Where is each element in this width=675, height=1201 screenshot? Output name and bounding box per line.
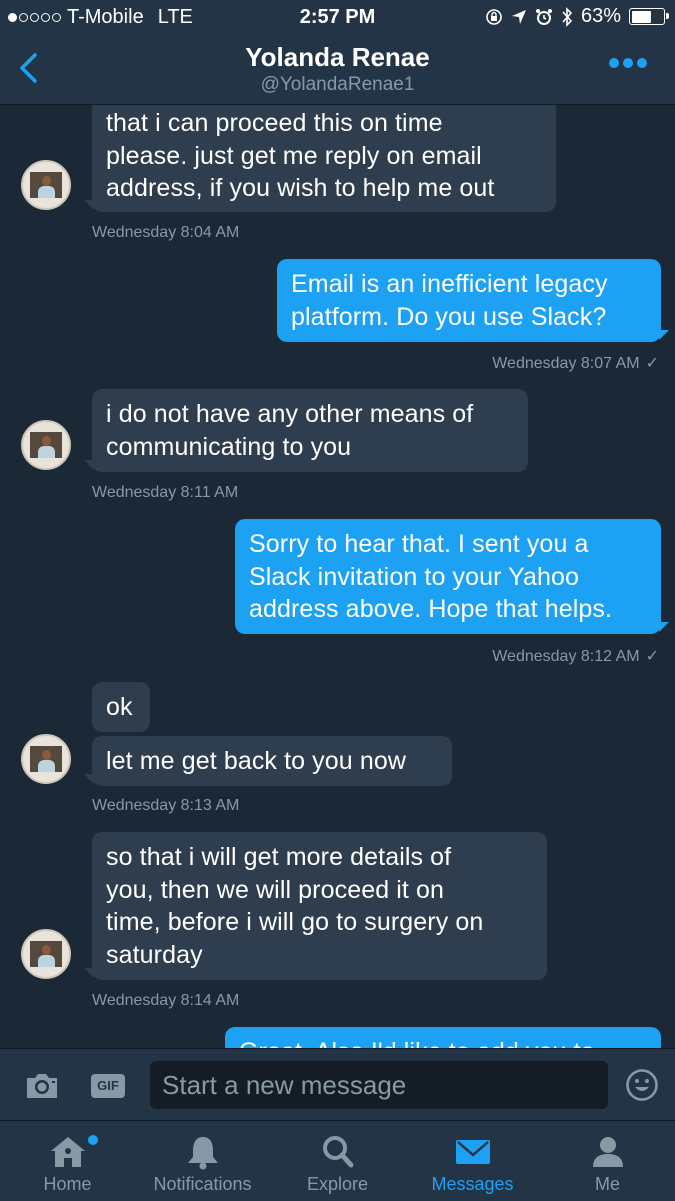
tab-label: Me — [594, 1174, 620, 1194]
alarm-icon — [535, 8, 552, 25]
emoji-icon[interactable] — [625, 1068, 659, 1102]
tab-explore[interactable]: Explore — [270, 1121, 405, 1201]
location-arrow-icon — [511, 9, 526, 24]
battery-percent: 63% — [580, 5, 621, 27]
tab-label: Notifications — [153, 1174, 252, 1194]
tab-bar: Home Notifications Explore Messages Me — [0, 1120, 675, 1201]
message-line: Great. Also I'd like to add you to — [239, 1036, 647, 1048]
message-composer: GIF — [0, 1048, 675, 1121]
avatar[interactable] — [21, 929, 71, 979]
outgoing-message[interactable]: Great. Also I'd like to add you to — [225, 1027, 661, 1048]
message-line: address above. Hope that helps. — [249, 595, 613, 623]
message-line: communicating to you — [106, 432, 352, 461]
incoming-message[interactable]: let me get back to you now — [84, 736, 452, 786]
contact-handle[interactable]: @YolandaRenae1 — [0, 74, 675, 96]
incoming-message[interactable]: i do not have any other means of communi… — [84, 389, 528, 472]
contact-name[interactable]: Yolanda Renae — [0, 42, 675, 73]
tab-me[interactable]: Me — [540, 1121, 675, 1201]
orientation-lock-icon — [486, 8, 502, 25]
message-timestamp: Wednesday 8:11 AM — [92, 484, 239, 501]
tab-home[interactable]: Home — [0, 1121, 135, 1201]
message-timestamp: Wednesday 8:13 AM — [92, 797, 240, 814]
message-thread[interactable]: that i can proceed this on time please. … — [0, 105, 675, 1048]
message-line: please. just get me reply on email — [106, 141, 482, 170]
outgoing-message[interactable]: Email is an inefficient legacy platform.… — [277, 259, 669, 342]
message-timestamp: Wednesday 8:04 AM — [92, 224, 240, 241]
conversation-header: Yolanda Renae @YolandaRenae1 — [0, 36, 675, 105]
message-timestamp: Wednesday 8:07 AM ✓ — [492, 353, 659, 373]
message-line: you, then we will proceed it on — [106, 875, 445, 904]
bluetooth-icon — [562, 6, 573, 27]
message-line: ok — [106, 693, 133, 721]
person-icon — [592, 1137, 623, 1167]
message-line: Sorry to hear that. I sent you a — [249, 530, 589, 558]
message-line: platform. Do you use Slack? — [291, 302, 607, 331]
gif-button[interactable]: GIF — [91, 1074, 125, 1098]
message-line: that i can proceed this on time — [106, 109, 443, 137]
message-line: Email is an inefficient legacy — [291, 270, 608, 298]
bell-icon — [187, 1137, 218, 1170]
tab-label: Messages — [431, 1174, 514, 1194]
incoming-message[interactable]: that i can proceed this on time please. … — [84, 105, 556, 212]
read-check-icon: ✓ — [645, 355, 659, 372]
timestamp-text: Wednesday 8:12 AM — [492, 648, 640, 665]
tab-notifications[interactable]: Notifications — [135, 1121, 270, 1201]
tab-messages[interactable]: Messages — [405, 1121, 540, 1201]
camera-icon[interactable] — [24, 1071, 60, 1101]
status-bar: T-Mobile LTE 2:57 PM 63% — [0, 0, 675, 36]
message-line: i do not have any other means of — [106, 400, 474, 428]
message-line: so that i will get more details of — [106, 843, 452, 871]
status-right: 63% — [485, 5, 669, 28]
message-input[interactable] — [150, 1061, 608, 1109]
home-icon — [50, 1137, 85, 1167]
home-badge-dot — [86, 1133, 100, 1147]
avatar[interactable] — [21, 734, 71, 784]
avatar[interactable] — [21, 160, 71, 210]
message-timestamp: Wednesday 8:14 AM — [92, 992, 240, 1009]
timestamp-text: Wednesday 8:07 AM — [492, 355, 640, 372]
more-options-icon[interactable] — [609, 58, 647, 68]
search-icon — [322, 1136, 353, 1168]
message-line: let me get back to you now — [106, 747, 406, 775]
message-line: Slack invitation to your Yahoo — [249, 562, 580, 591]
avatar[interactable] — [21, 420, 71, 470]
battery-fill — [631, 10, 652, 23]
message-line: time, before i will go to surgery on — [106, 908, 484, 936]
incoming-message[interactable]: so that i will get more details of you, … — [84, 832, 547, 980]
tab-label: Home — [43, 1174, 92, 1194]
tab-label: Explore — [306, 1174, 369, 1194]
message-timestamp: Wednesday 8:12 AM ✓ — [492, 646, 659, 666]
message-line: address, if you wish to help me out — [106, 174, 495, 202]
incoming-message[interactable]: ok — [92, 682, 150, 732]
battery-icon — [629, 8, 669, 25]
message-line: saturday — [106, 940, 203, 969]
outgoing-message[interactable]: Sorry to hear that. I sent you a Slack i… — [235, 519, 669, 634]
read-check-icon: ✓ — [645, 648, 659, 665]
envelope-icon — [455, 1140, 490, 1164]
